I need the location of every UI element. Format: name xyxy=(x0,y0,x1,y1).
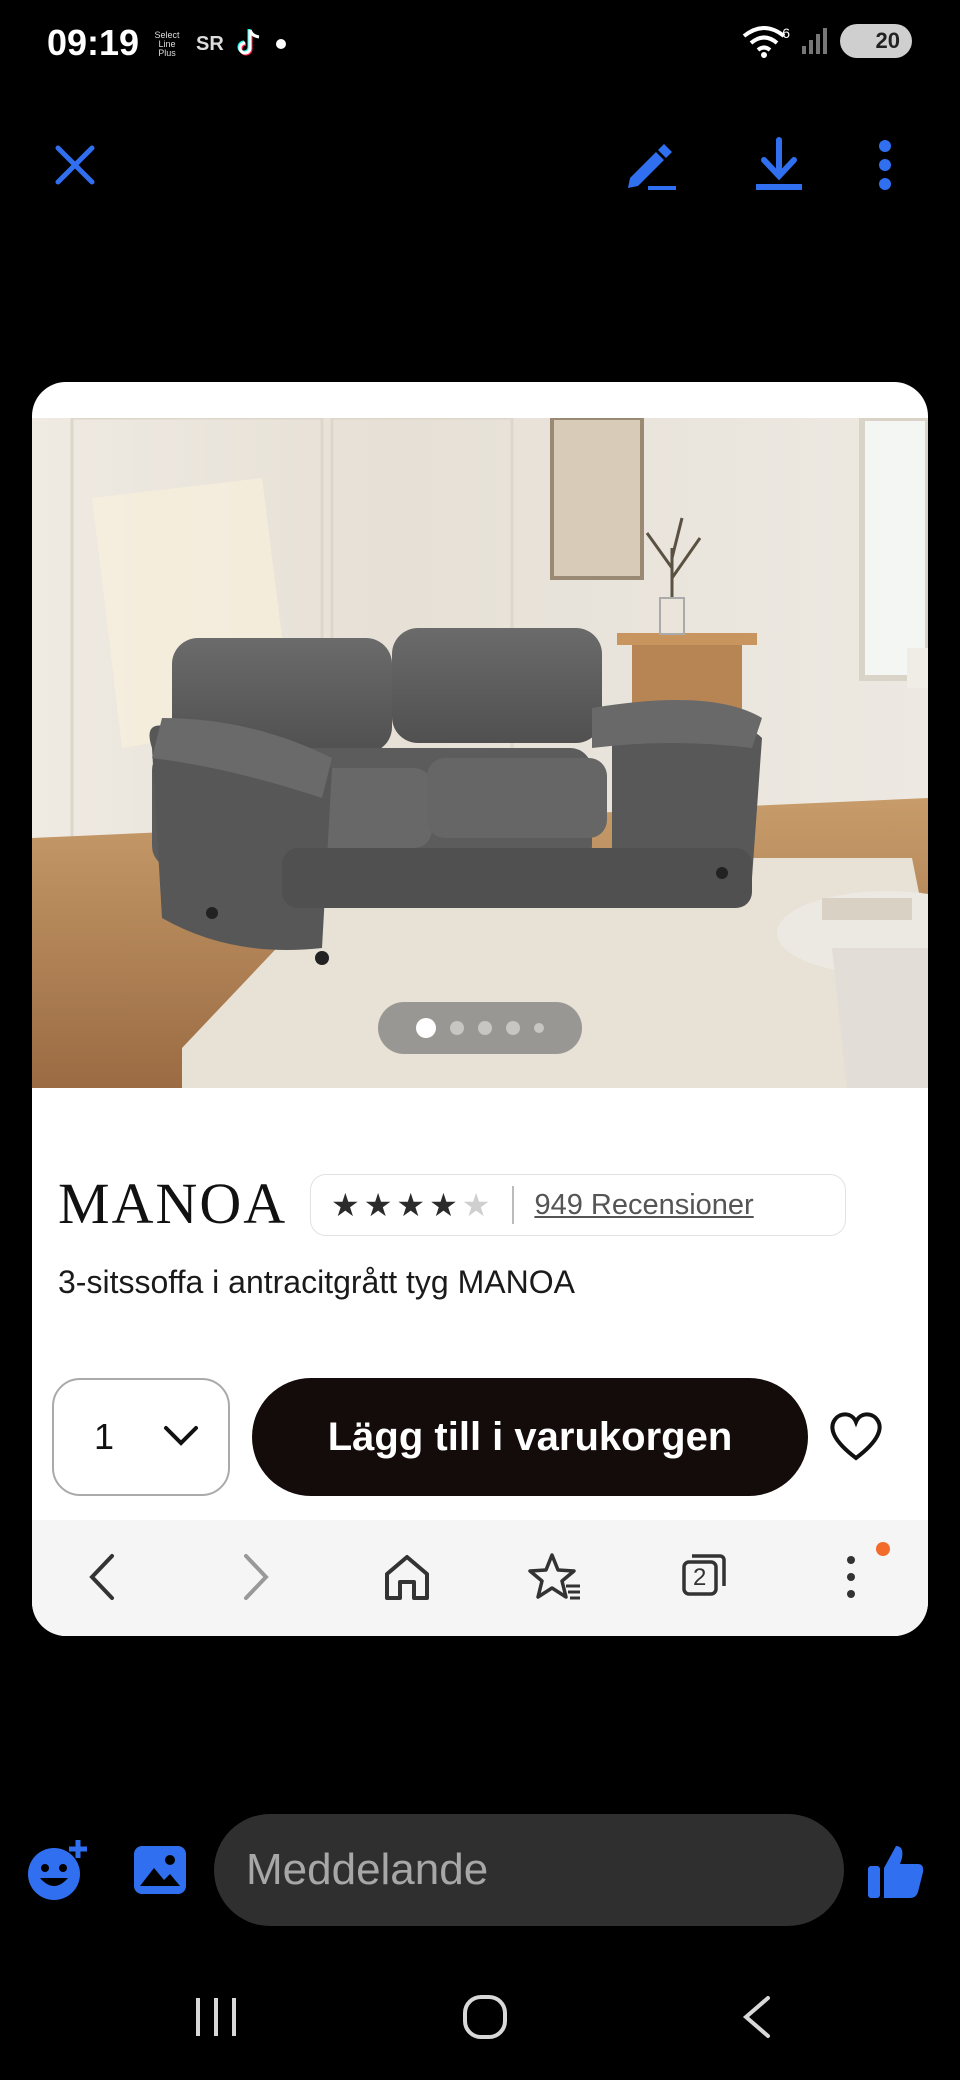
tabs-button[interactable]: 2 xyxy=(680,1552,726,1598)
wifi-icon xyxy=(742,26,786,58)
forward-icon[interactable] xyxy=(242,1552,272,1602)
tiktok-icon xyxy=(237,29,260,56)
quantity-select[interactable]: 1 xyxy=(52,1378,230,1496)
image-pager[interactable] xyxy=(378,1002,582,1054)
star-filled-icon: ★ xyxy=(396,1187,426,1223)
wishlist-heart-icon[interactable] xyxy=(828,1410,884,1462)
sr-badge: SR xyxy=(196,32,224,55)
rating-summary[interactable]: ★ ★ ★ ★ ★ 949 Recensioner xyxy=(310,1174,846,1236)
bookmarks-icon[interactable] xyxy=(528,1552,582,1602)
pager-dot[interactable] xyxy=(506,1021,520,1035)
back-icon[interactable] xyxy=(86,1552,116,1602)
sofa-product-image[interactable] xyxy=(32,418,928,1088)
wifi-badge: 6 xyxy=(782,25,790,41)
home-icon[interactable] xyxy=(462,1994,508,2040)
recents-icon[interactable] xyxy=(192,1996,240,2038)
message-input[interactable]: Meddelande xyxy=(214,1814,844,1926)
battery-indicator: 20 xyxy=(840,24,912,58)
product-brand: MANOA xyxy=(58,1171,288,1236)
quantity-value: 1 xyxy=(94,1416,115,1457)
shared-screenshot[interactable]: MANOA ★ ★ ★ ★ ★ 949 Recensioner 3-sitsso… xyxy=(32,382,928,1636)
rating-divider xyxy=(512,1186,515,1224)
star-filled-icon: ★ xyxy=(363,1187,393,1223)
star-filled-icon: ★ xyxy=(429,1187,458,1223)
pager-dot[interactable] xyxy=(534,1023,544,1033)
download-icon[interactable] xyxy=(752,136,806,194)
status-right: 6 20 xyxy=(742,24,912,58)
menu-icon[interactable] xyxy=(844,1552,858,1602)
browser-navigation-bar: 2 xyxy=(32,1520,928,1636)
gallery-icon[interactable] xyxy=(132,1844,188,1896)
reviews-link[interactable]: 949 Recensioner xyxy=(534,1189,753,1222)
star-filled-icon: ★ xyxy=(331,1187,360,1223)
more-icon[interactable] xyxy=(875,138,895,192)
tabs-count: 2 xyxy=(693,1564,707,1591)
notification-icons: Select Line Plus SR xyxy=(150,28,286,60)
signal-icon xyxy=(802,28,827,54)
star-empty-icon: ★ xyxy=(461,1187,491,1223)
thumbs-up-icon[interactable] xyxy=(866,1842,926,1900)
chevron-down-icon xyxy=(164,1426,198,1446)
rating-stars: ★ ★ ★ ★ ★ xyxy=(331,1189,490,1221)
status-time: 09:19 xyxy=(47,22,140,63)
close-icon[interactable] xyxy=(52,142,98,188)
home-icon[interactable] xyxy=(382,1552,432,1602)
pager-dot[interactable] xyxy=(416,1018,436,1038)
product-title: 3-sitssoffa i antracitgrått tyg MANOA xyxy=(58,1264,575,1300)
edit-icon[interactable] xyxy=(622,138,680,192)
notification-dot xyxy=(876,1542,890,1556)
pager-dot[interactable] xyxy=(450,1021,464,1035)
more-notifications-icon xyxy=(275,39,286,49)
add-to-cart-button[interactable]: Lägg till i varukorgen xyxy=(252,1378,808,1496)
back-icon[interactable] xyxy=(740,1994,772,2040)
select-line-badge: Select Line Plus xyxy=(154,29,180,58)
emoji-add-icon[interactable] xyxy=(26,1838,90,1902)
pager-dot[interactable] xyxy=(478,1021,492,1035)
